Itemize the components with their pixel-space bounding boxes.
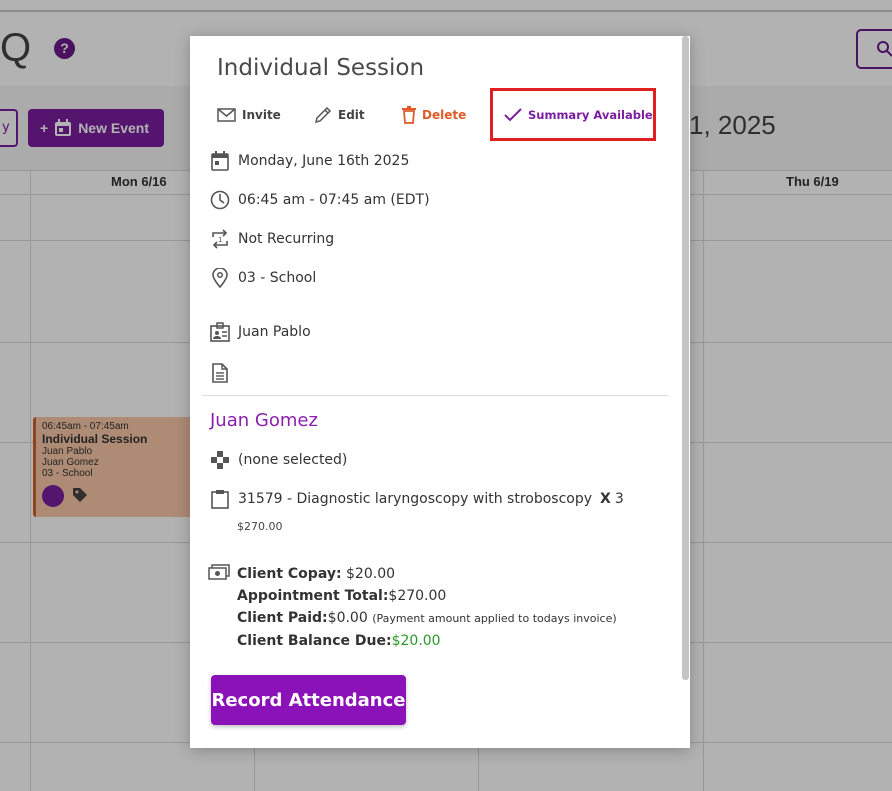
id-card-icon [210,321,230,343]
record-attendance-button[interactable]: Record Attendance [211,675,406,725]
quantity-marker: X [600,491,611,507]
balance-line: Client Balance Due:$20.00 [237,630,617,652]
paid-value: $0.00 [327,610,368,626]
svg-text:1: 1 [218,236,222,244]
invite-label: Invite [242,108,281,122]
edit-label: Edit [338,108,365,122]
delete-button[interactable]: Delete [402,106,466,124]
total-label: Appointment Total: [237,588,389,604]
modal-title: Individual Session [217,55,425,81]
provider-name: Juan Pablo [238,324,311,340]
provider-row: Juan Pablo [210,321,311,343]
program-row: (none selected) [210,449,347,471]
pencil-icon [314,106,332,124]
balance-value: $20.00 [391,633,441,649]
copay-line: Client Copay: $20.00 [237,563,617,585]
program-text: (none selected) [238,452,348,468]
location-row: 03 - School [210,267,316,289]
summary-highlight-box [490,88,656,141]
section-divider [202,395,669,396]
service-price: $270.00 [237,520,283,533]
envelope-icon [217,108,236,122]
clipboard-icon [210,488,230,510]
invite-button[interactable]: Invite [217,106,281,124]
recurrence-row: 1 Not Recurring [210,228,334,250]
recurrence-text: Not Recurring [238,231,335,247]
billing-summary: Client Copay: $20.00 Appointment Total:$… [237,563,617,652]
delete-label: Delete [422,108,467,122]
copay-label: Client Copay: [237,566,342,582]
location-pin-icon [210,267,230,289]
client-name-link[interactable]: Juan Gomez [210,410,318,431]
total-value: $270.00 [388,588,447,604]
session-time-row: 06:45 am - 07:45 am (EDT) [210,189,430,211]
repeat-icon: 1 [210,228,230,250]
paid-label: Client Paid: [237,610,328,626]
copay-value: $20.00 [346,566,396,582]
notes-row [210,362,230,384]
balance-label: Client Balance Due: [237,633,392,649]
modal-scrollbar[interactable] [682,36,689,680]
session-date: Monday, June 16th 2025 [238,153,410,169]
trash-icon [402,106,416,124]
calendar-icon [210,150,230,172]
service-row: 31579 - Diagnostic laryngoscopy with str… [210,488,624,510]
paid-line: Client Paid:$0.00 (Payment amount applie… [237,607,617,630]
service-code: 31579 - Diagnostic laryngoscopy with str… [238,491,593,507]
session-date-row: Monday, June 16th 2025 [210,150,409,172]
session-modal: Individual Session Invite Edit Delete Su… [190,36,690,748]
session-time: 06:45 am - 07:45 am (EDT) [238,192,430,208]
money-icon [208,564,230,580]
edit-button[interactable]: Edit [314,106,365,124]
total-line: Appointment Total:$270.00 [237,585,617,607]
gamepad-icon [210,449,230,471]
document-icon[interactable] [210,362,230,384]
clock-icon [210,189,230,211]
paid-note: (Payment amount applied to todays invoic… [372,612,617,625]
service-quantity: 3 [614,491,624,507]
location-text: 03 - School [238,270,317,286]
